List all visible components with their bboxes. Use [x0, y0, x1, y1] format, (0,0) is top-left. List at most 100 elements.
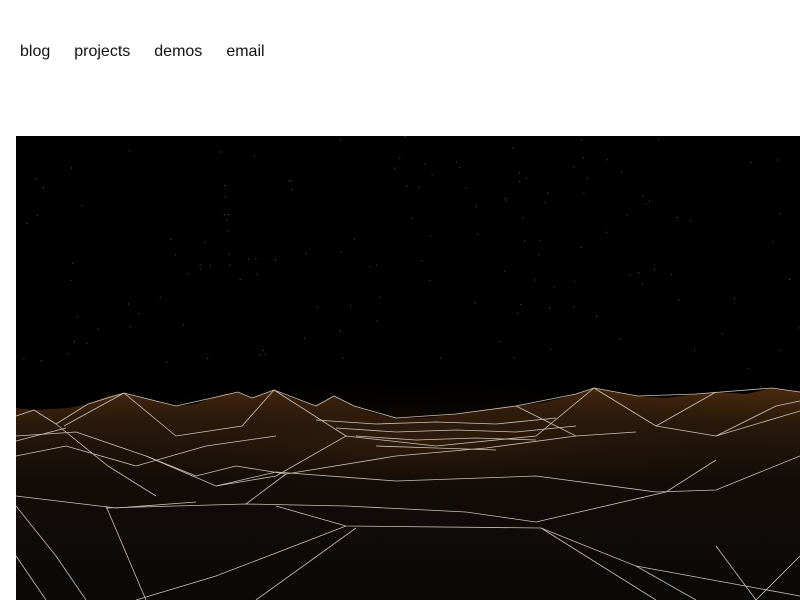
star [477, 233, 479, 235]
star [549, 348, 551, 350]
star [411, 218, 413, 220]
star [583, 157, 584, 159]
star [504, 270, 506, 272]
star [534, 279, 536, 281]
star [259, 354, 261, 356]
star [354, 238, 356, 240]
star [513, 357, 515, 359]
star [71, 167, 72, 169]
terrain-demo-canvas[interactable] [16, 136, 800, 600]
star [621, 171, 622, 173]
star [263, 350, 265, 352]
star [573, 166, 575, 168]
star [67, 353, 69, 355]
star [406, 185, 408, 187]
star [228, 214, 229, 215]
star [264, 353, 266, 355]
star [642, 283, 644, 285]
star [465, 187, 467, 189]
star [539, 240, 541, 242]
star [459, 167, 461, 168]
star [376, 264, 378, 266]
star [369, 266, 371, 268]
star [228, 253, 230, 255]
star [779, 212, 781, 214]
star [74, 341, 75, 343]
star [748, 367, 750, 369]
star [645, 203, 647, 205]
star [223, 214, 225, 216]
star [676, 217, 678, 218]
star [226, 219, 228, 221]
nav-link-demos[interactable]: demos [154, 41, 202, 63]
star [520, 304, 522, 305]
star [227, 230, 229, 232]
star [455, 161, 457, 163]
star [128, 303, 129, 305]
nav-link-blog[interactable]: blog [20, 41, 50, 63]
star [580, 139, 582, 141]
star [504, 198, 506, 200]
star [43, 186, 44, 188]
star [474, 302, 476, 304]
star [439, 357, 441, 359]
nav-link-projects[interactable]: projects [74, 41, 130, 63]
star [340, 330, 341, 332]
star [512, 147, 514, 149]
star [525, 177, 527, 179]
star [81, 205, 83, 207]
star [642, 195, 644, 197]
star [224, 196, 226, 198]
star [26, 222, 28, 224]
star [288, 180, 290, 182]
star [316, 306, 318, 308]
star [619, 338, 621, 340]
star [649, 200, 650, 202]
terrain-wireframe-render [16, 136, 800, 600]
star [524, 240, 526, 242]
star [517, 312, 519, 314]
star [789, 278, 790, 280]
star [798, 327, 800, 329]
star [138, 313, 140, 315]
star [86, 342, 88, 344]
star [538, 254, 540, 256]
star [430, 235, 432, 237]
star [305, 253, 307, 254]
star [549, 307, 551, 309]
star [303, 337, 305, 339]
star [182, 324, 184, 326]
star [340, 251, 342, 253]
star [721, 333, 723, 335]
star [254, 155, 255, 157]
star [638, 272, 640, 274]
star [606, 231, 608, 233]
star [583, 192, 585, 194]
star [36, 214, 38, 216]
star [394, 167, 395, 169]
star [256, 273, 258, 275]
star [587, 177, 589, 179]
nav-link-email[interactable]: email [226, 41, 264, 63]
star [129, 149, 130, 151]
star [35, 178, 37, 180]
star [187, 273, 189, 275]
star [476, 206, 477, 208]
star [350, 305, 351, 307]
star [547, 192, 548, 194]
star [339, 139, 341, 141]
star [342, 357, 344, 359]
star [129, 326, 131, 328]
star [159, 296, 161, 298]
star [573, 281, 575, 283]
star [399, 157, 401, 159]
star [694, 349, 696, 351]
star [70, 279, 72, 281]
star [671, 273, 673, 275]
star [292, 189, 293, 190]
star [200, 268, 202, 270]
top-navigation: blog projects demos email [20, 41, 265, 63]
star [580, 247, 582, 248]
star [97, 328, 99, 330]
star [40, 360, 42, 362]
